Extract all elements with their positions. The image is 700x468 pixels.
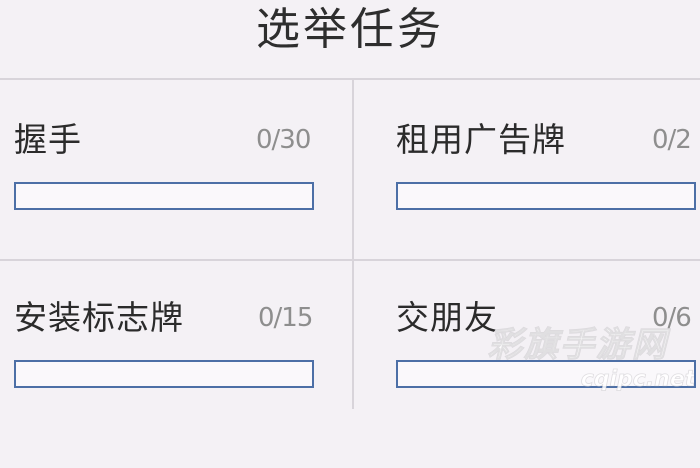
screen-title: 选举任务 (256, 4, 444, 55)
task-name: 交朋友 (396, 298, 498, 337)
task-name: 租用广告牌 (396, 120, 566, 159)
task-card-install-sign[interactable]: 安装标志牌 0/15 (14, 298, 334, 468)
task-progress-count: 0/6 (652, 303, 692, 333)
top-divider (0, 78, 700, 80)
task-progress-bar (14, 182, 314, 210)
task-progress-count: 0/30 (256, 125, 311, 155)
task-name: 握手 (14, 120, 82, 159)
task-card-handshake[interactable]: 握手 0/30 (14, 120, 334, 290)
task-progress-bar (396, 182, 696, 210)
task-progress-bar (14, 360, 314, 388)
task-progress-count: 0/2 (652, 125, 692, 155)
task-card-make-friends[interactable]: 交朋友 0/6 (396, 298, 700, 468)
task-progress-bar (396, 360, 696, 388)
task-card-rent-billboard[interactable]: 租用广告牌 0/2 (396, 120, 700, 290)
center-divider (352, 79, 354, 409)
task-progress-count: 0/15 (258, 303, 313, 333)
task-name: 安装标志牌 (14, 298, 184, 337)
